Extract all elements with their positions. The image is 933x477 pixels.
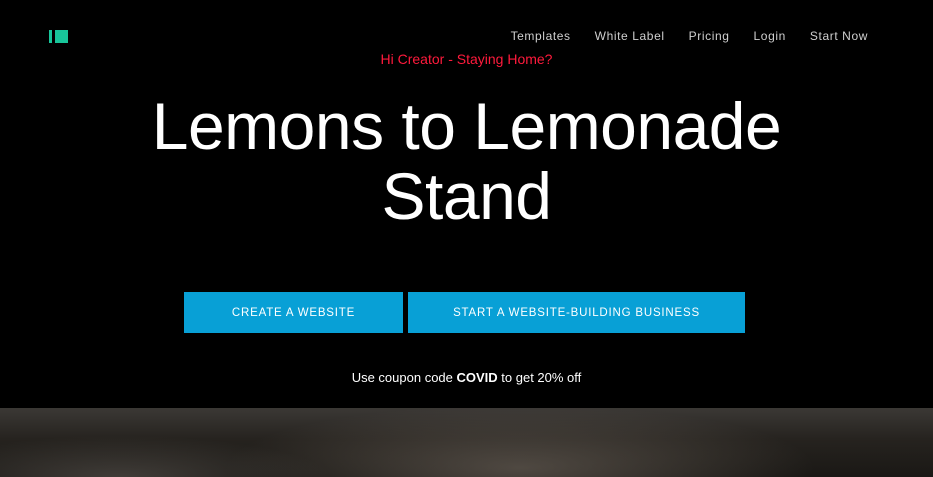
- hero-background-image: [0, 408, 933, 477]
- nav-login[interactable]: Login: [754, 29, 786, 43]
- hero-headline-line-1: Lemons to Lemonade: [151, 89, 782, 163]
- nav-white-label[interactable]: White Label: [595, 29, 665, 43]
- hero-headline-line-2: Stand: [381, 159, 552, 233]
- coupon-suffix: to get 20% off: [497, 370, 582, 385]
- nav-templates[interactable]: Templates: [511, 29, 571, 43]
- coupon-code: COVID: [456, 370, 498, 385]
- coupon-prefix: Use coupon code: [351, 370, 457, 385]
- create-website-button[interactable]: CREATE A WEBSITE: [184, 292, 403, 333]
- nav-pricing[interactable]: Pricing: [689, 29, 730, 43]
- logo-bar-icon: [49, 30, 52, 43]
- logo-square-icon: [55, 30, 68, 43]
- logo[interactable]: [49, 30, 71, 43]
- cta-row: CREATE A WEBSITE START A WEBSITE-BUILDIN…: [184, 292, 745, 333]
- start-business-button[interactable]: START A WEBSITE-BUILDING BUSINESS: [408, 292, 745, 333]
- hero-headline: Lemons to Lemonade Stand: [0, 91, 933, 231]
- top-nav: Templates White Label Pricing Login Star…: [511, 29, 868, 43]
- page: Templates White Label Pricing Login Star…: [0, 0, 933, 477]
- promo-text: Hi Creator - Staying Home?: [380, 51, 553, 67]
- nav-start-now[interactable]: Start Now: [810, 29, 868, 43]
- coupon-text: Use coupon code COVID to get 20% off: [0, 370, 933, 385]
